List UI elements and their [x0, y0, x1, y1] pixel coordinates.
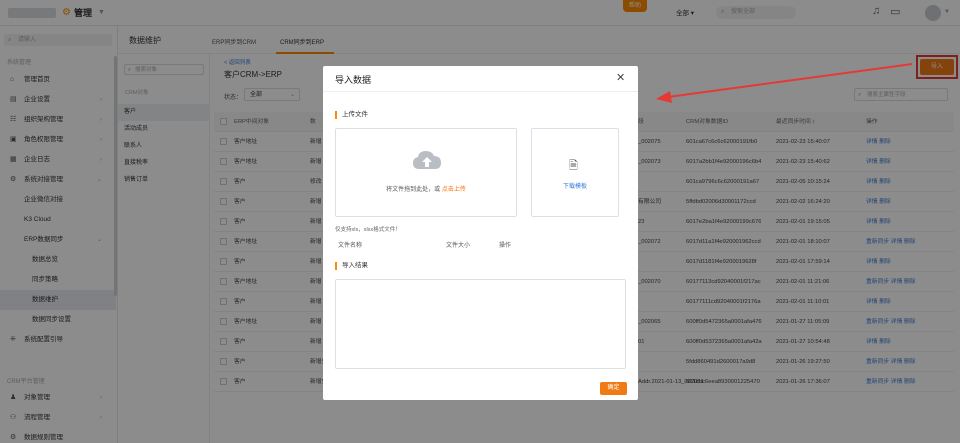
dialog-divider: [323, 91, 638, 92]
file-drop-zone[interactable]: 将文件拖到此处，或 点击上传: [335, 128, 517, 217]
download-template-link[interactable]: 下载模板: [532, 181, 618, 190]
result-section-title: 导入结果: [335, 262, 368, 270]
import-result-area: [335, 279, 626, 369]
drop-hint-text: 将文件拖到此处，或 点击上传: [386, 187, 466, 193]
download-template-box[interactable]: 🗎 下载模板: [531, 128, 619, 217]
dialog-title: 导入数据: [335, 75, 372, 85]
click-upload-link[interactable]: 点击上传: [442, 187, 466, 193]
import-dialog: 导入数据 ✕ 上传文件 将文件拖到此处，或 点击上传 🗎 下载模板 仅支持xls…: [323, 66, 638, 400]
cloud-upload-icon: [413, 151, 441, 169]
upload-section-title: 上传文件: [335, 111, 368, 119]
close-icon[interactable]: ✕: [616, 71, 625, 84]
confirm-button[interactable]: 确定: [600, 382, 627, 395]
document-icon: 🗎: [569, 160, 578, 172]
file-size-header: 文件大小: [446, 243, 471, 249]
format-hint: 仅支持xls，xlsx格式文件！: [335, 227, 401, 233]
file-action-header: 操作: [499, 243, 512, 249]
file-name-header: 文件名称: [338, 243, 363, 249]
